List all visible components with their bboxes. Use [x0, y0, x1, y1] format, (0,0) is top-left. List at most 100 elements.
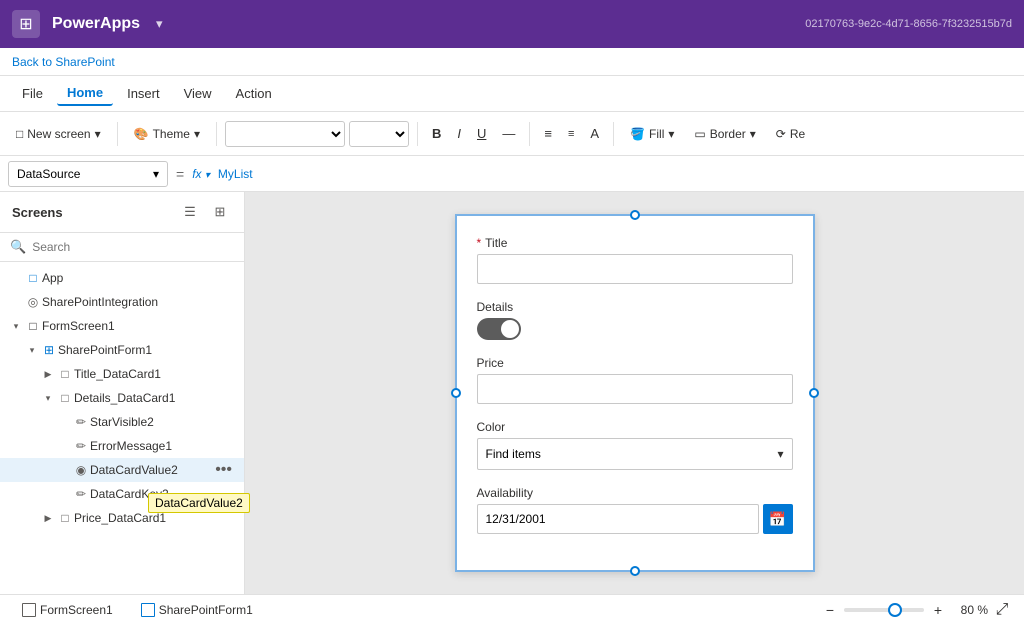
re-icon: ⟳	[776, 127, 786, 141]
border-button[interactable]: ▭ Border ▾	[686, 123, 763, 145]
separator-5	[613, 122, 614, 146]
main-area: Screens ☰ ⊞ 🔍 □ App ◎ SharePointIntegrat…	[0, 192, 1024, 594]
search-input[interactable]	[32, 240, 234, 254]
formula-bar: DataSource ▾ = fx ▾	[0, 156, 1024, 192]
expand-details-card[interactable]: ▾	[40, 393, 56, 404]
datacardkey-icon: ✏	[72, 487, 90, 501]
details-label: Details	[477, 300, 793, 314]
sharepoint-link[interactable]: Back to SharePoint	[12, 55, 115, 69]
app-icon: □	[24, 271, 42, 285]
tree-item-sharepointform1[interactable]: ▾ ⊞ SharePointForm1	[0, 338, 244, 362]
italic-button[interactable]: I	[451, 122, 467, 145]
handle-right[interactable]	[809, 388, 819, 398]
title-chevron[interactable]: ▾	[156, 16, 163, 32]
handle-top[interactable]	[630, 210, 640, 220]
integration-label: SharePointIntegration	[42, 295, 236, 309]
menu-view[interactable]: View	[174, 82, 222, 105]
fill-button[interactable]: 🪣 Fill ▾	[622, 123, 682, 145]
details-card-label: Details_DataCard1	[74, 391, 236, 405]
form-icon: ⊞	[40, 343, 58, 357]
screen-icon: □	[24, 319, 42, 333]
details-field-container: Details	[477, 300, 793, 340]
underline-button[interactable]: U	[471, 122, 492, 145]
errormessage-label: ErrorMessage1	[90, 439, 236, 453]
new-screen-button[interactable]: □ New screen ▾	[8, 123, 109, 145]
tree-item-starvisible2[interactable]: ✏ StarVisible2	[0, 410, 244, 434]
menu-insert[interactable]: Insert	[117, 82, 170, 105]
menu-file[interactable]: File	[12, 82, 53, 105]
formscreen1-tab[interactable]: FormScreen1	[12, 601, 123, 619]
re-label: Re	[790, 127, 805, 141]
datasource-selector[interactable]: DataSource ▾	[8, 161, 168, 187]
color-label: Color	[477, 420, 793, 434]
app-label: App	[42, 271, 236, 285]
bottom-bar: FormScreen1 SharePointForm1 − + 80 % ⤢	[0, 594, 1024, 624]
title-input[interactable]	[477, 254, 793, 284]
expand-price-card[interactable]: ▶	[40, 513, 56, 524]
border-icon: ▭	[694, 127, 705, 141]
theme-label: Theme	[153, 127, 190, 141]
expand-formscreen[interactable]: ▾	[8, 321, 24, 332]
handle-left[interactable]	[451, 388, 461, 398]
sharepointform1-icon	[141, 603, 155, 617]
expand-title-card[interactable]: ▶	[40, 369, 56, 380]
menu-action[interactable]: Action	[226, 82, 282, 105]
date-input[interactable]	[477, 504, 759, 534]
tree-item-sharepoint-integration[interactable]: ◎ SharePointIntegration	[0, 290, 244, 314]
zoom-controls: − + 80 % ⤢	[820, 600, 1012, 620]
form-panel[interactable]: * Title Details Price	[455, 214, 815, 572]
border-label: Border	[710, 127, 746, 141]
menu-bar: File Home Insert View Action	[0, 76, 1024, 112]
strikethrough-button[interactable]: —	[496, 122, 521, 145]
formula-fx[interactable]: fx ▾	[192, 167, 210, 181]
new-screen-icon: □	[16, 127, 23, 141]
tree-item-errormessage1[interactable]: ✏ ErrorMessage1	[0, 434, 244, 458]
align-left-button[interactable]: ≡	[538, 122, 558, 145]
zoom-plus-button[interactable]: +	[928, 600, 948, 620]
re-button[interactable]: ⟳ Re	[768, 123, 813, 145]
separator-3	[417, 122, 418, 146]
align-center-button[interactable]: ≡	[562, 124, 580, 144]
theme-button[interactable]: 🎨 Theme ▾	[126, 123, 208, 145]
expand-form[interactable]: ▾	[24, 345, 40, 356]
formscreen-label: FormScreen1	[42, 319, 236, 333]
zoom-minus-button[interactable]: −	[820, 600, 840, 620]
zoom-thumb[interactable]	[888, 603, 902, 617]
handle-bottom[interactable]	[630, 566, 640, 576]
tree-item-details-card[interactable]: ▾ □ Details_DataCard1	[0, 386, 244, 410]
form-label: SharePointForm1	[58, 343, 236, 357]
details-toggle[interactable]	[477, 318, 521, 340]
font-family-dropdown[interactable]	[225, 121, 345, 147]
tree-item-datacardvalue2[interactable]: ◉ DataCardValue2 •••	[0, 458, 244, 482]
calendar-button[interactable]: 📅	[763, 504, 793, 534]
separator-1	[117, 122, 118, 146]
price-input[interactable]	[477, 374, 793, 404]
tree-item-title-card[interactable]: ▶ □ Title_DataCard1	[0, 362, 244, 386]
font-size-dropdown[interactable]	[349, 121, 409, 147]
sidebar-title: Screens	[12, 205, 63, 220]
zoom-slider[interactable]	[844, 608, 924, 612]
price-card-icon: □	[56, 511, 74, 525]
color-dropdown[interactable]: Find items ▾	[477, 438, 793, 470]
formula-input[interactable]	[218, 167, 1016, 181]
apps-icon[interactable]: ⊞	[12, 10, 40, 38]
availability-field-container: Availability 📅	[477, 486, 793, 534]
tree-item-formscreen1[interactable]: ▾ □ FormScreen1	[0, 314, 244, 338]
bold-button[interactable]: B	[426, 122, 447, 145]
menu-home[interactable]: Home	[57, 81, 113, 106]
new-screen-label: New screen	[27, 127, 90, 141]
separator-4	[529, 122, 530, 146]
sidebar-list-view-button[interactable]: ☰	[178, 200, 202, 224]
fill-chevron: ▾	[668, 127, 674, 141]
tree-item-app[interactable]: □ App	[0, 266, 244, 290]
new-screen-chevron: ▾	[95, 127, 101, 141]
error-icon: ✏	[72, 439, 90, 453]
details-card-icon: □	[56, 391, 74, 405]
sharepointform1-tab[interactable]: SharePointForm1	[131, 601, 263, 619]
sidebar-grid-view-button[interactable]: ⊞	[208, 200, 232, 224]
font-color-button[interactable]: A	[584, 122, 605, 145]
fit-screen-button[interactable]: ⤢	[992, 600, 1012, 620]
title-label-text: Title	[485, 236, 507, 250]
sidebar-search-container: 🔍	[0, 233, 244, 262]
more-options-button[interactable]: •••	[211, 461, 236, 479]
